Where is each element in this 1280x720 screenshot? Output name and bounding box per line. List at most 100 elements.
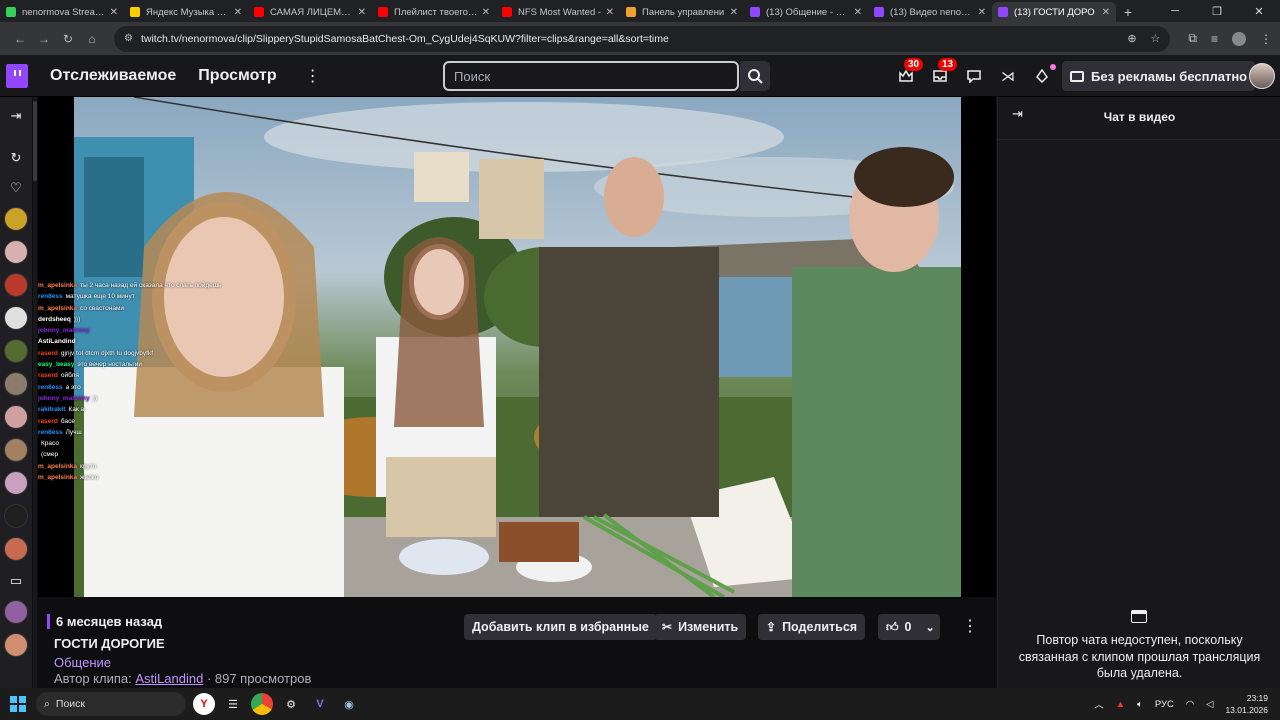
clock[interactable]: 23:19 13.01.2026 [1225,692,1268,716]
overlay-chat-message: johnny_malonny)) [38,393,268,404]
reload-icon[interactable]: ↻ [56,27,80,51]
user-avatar[interactable] [1249,63,1275,89]
video-icon[interactable]: ▭ [0,566,32,596]
sidebar-scrollbar[interactable] [33,97,37,688]
close-tab-icon[interactable]: ✕ [730,7,738,18]
channel-avatar[interactable] [4,240,28,264]
browser-tab[interactable]: (13) Общение - Twitc ✕ [744,2,868,22]
nav-browse[interactable]: Просмотр [198,67,276,85]
followed-heart-icon[interactable]: ♡ [0,173,32,203]
bookmark-star-icon[interactable]: ☆ [1151,32,1161,45]
browser-tab[interactable]: Яндекс Музыка — с ✕ [124,2,248,22]
channel-avatar[interactable] [4,306,28,330]
prime-loot-icon[interactable]: ⋊ [998,66,1018,86]
browser-tab[interactable]: NFS Most Wanted - ✕ [496,2,620,22]
inbox-button[interactable]: 13 [930,58,958,86]
overlay-chat-message: Красо [38,438,268,449]
minimize-icon[interactable]: ─ [1154,0,1196,22]
back-icon[interactable]: ← [8,27,32,51]
like-button[interactable]: 👍︎ 0 ⌄ [878,614,940,640]
maximize-icon[interactable]: ❐ [1196,0,1238,22]
home-icon[interactable]: ⌂ [80,27,104,51]
zoom-icon[interactable]: ⊕ [1127,32,1136,45]
channel-avatar[interactable] [4,504,28,528]
whispers-icon[interactable] [964,66,984,86]
profile-avatar[interactable] [1232,31,1246,46]
browser-tab[interactable]: Плейлист твоего бат ✕ [372,2,496,22]
channel-avatar[interactable] [4,600,28,624]
overlay-chat-message: AstiLandind [38,336,268,347]
new-tab-button[interactable]: + [1116,2,1140,22]
close-tab-icon[interactable]: ✕ [606,7,614,18]
clip-title: ГОСТИ ДОРОГИЕ [54,636,165,651]
browser-tab[interactable]: (13) Видео nenormo ✕ [868,2,992,22]
channel-avatar[interactable] [4,537,28,561]
edit-button[interactable]: ✂ Изменить [654,614,747,640]
browser-tab[interactable]: (13) ГОСТИ ДОРО ✕ [992,2,1116,22]
add-to-favorites-button[interactable]: Добавить клип в избранные [464,614,657,640]
channel-avatar[interactable] [4,372,28,396]
chatgpt-icon[interactable]: ⚙ [280,693,302,715]
close-tab-icon[interactable]: ✕ [234,7,242,18]
author-link[interactable]: AstiLandind [135,671,203,686]
warning-icon[interactable]: ▲ [1116,699,1125,710]
file-manager-icon[interactable]: ☰ [222,693,244,715]
browser-tab[interactable]: САМАЯ ЛИЦЕМЕРН ✕ [248,2,372,22]
url-field[interactable]: ⚙ twitch.tv/nenormova/clip/SlipperyStupi… [114,25,1171,52]
more-actions-icon[interactable]: ⋮ [962,616,978,636]
search-button[interactable] [740,61,770,91]
channel-avatar[interactable] [4,405,28,429]
channel-avatar[interactable] [4,207,28,231]
close-window-icon[interactable]: ✕ [1238,0,1280,22]
bits-icon[interactable] [1032,64,1056,86]
tab-favicon-icon [378,7,388,17]
close-tab-icon[interactable]: ✕ [482,7,490,18]
tab-favicon-icon [130,7,140,17]
close-tab-icon[interactable]: ✕ [1102,7,1110,18]
tab-title: nenormova Stream - [22,6,106,18]
tab-favicon-icon [874,7,884,17]
channel-avatar[interactable] [4,633,28,657]
overlay-chat-username: raserd [38,417,58,425]
recommended-icon[interactable]: ↻ [0,143,32,173]
media-control-icon[interactable]: ≡ [1211,32,1218,46]
clip-category-link[interactable]: Общение [54,655,111,670]
video-player[interactable]: m_apelsinka ты 2 часа назад ей сказала чт… [38,97,996,597]
browser-menu-icon[interactable]: ⋮ [1260,32,1272,46]
overlay-chat-message: johnny_malonny [38,325,268,336]
more-options-icon[interactable]: ⋮ [305,66,321,86]
windows-start-icon[interactable] [10,696,26,712]
browser-tab[interactable]: nenormova Stream - ✕ [0,2,124,22]
close-tab-icon[interactable]: ✕ [110,7,118,18]
steam-icon[interactable]: ◉ [338,693,360,715]
channel-avatar[interactable] [4,471,28,495]
site-info-icon[interactable]: ⚙ [124,33,133,44]
speaker-icon[interactable]: 🔈︎ [1137,699,1143,710]
search-input[interactable]: Поиск [443,61,739,91]
ad-free-button[interactable]: Без рекламы бесплатно [1062,61,1256,91]
wifi-icon[interactable]: ◠ [1186,699,1194,710]
lang-indicator[interactable]: РУС [1155,699,1174,710]
close-tab-icon[interactable]: ✕ [358,7,366,18]
expand-sidebar-icon[interactable]: ⇥ [0,97,32,135]
close-tab-icon[interactable]: ✕ [978,7,986,18]
notifications-button[interactable]: 30 [896,58,924,86]
close-tab-icon[interactable]: ✕ [854,7,862,18]
nav-following[interactable]: Отслеживаемое [50,67,176,85]
channel-avatar[interactable] [4,273,28,297]
volume-icon[interactable]: ◁ [1206,699,1213,710]
extensions-icon[interactable]: ⧉ [1188,31,1197,46]
channel-avatar[interactable] [4,438,28,462]
chrome-icon[interactable] [251,693,273,715]
vpn-icon[interactable]: V [309,693,331,715]
twitch-logo-icon[interactable] [6,63,28,88]
share-button[interactable]: ⇪ Поделиться [758,614,866,640]
yandex-browser-icon[interactable]: Y [193,693,215,715]
chevron-down-icon[interactable]: ⌄ [926,621,935,634]
address-bar: ← → ↻ ⌂ ⚙ twitch.tv/nenormova/clip/Slipp… [0,22,1280,55]
forward-icon[interactable]: → [32,27,56,51]
channel-avatar[interactable] [4,339,28,363]
chevron-up-icon[interactable]: ︿ [1094,697,1104,711]
taskbar-search[interactable]: ⌕ Поиск [36,692,186,716]
browser-tab[interactable]: Панель управлени ✕ [620,2,744,22]
